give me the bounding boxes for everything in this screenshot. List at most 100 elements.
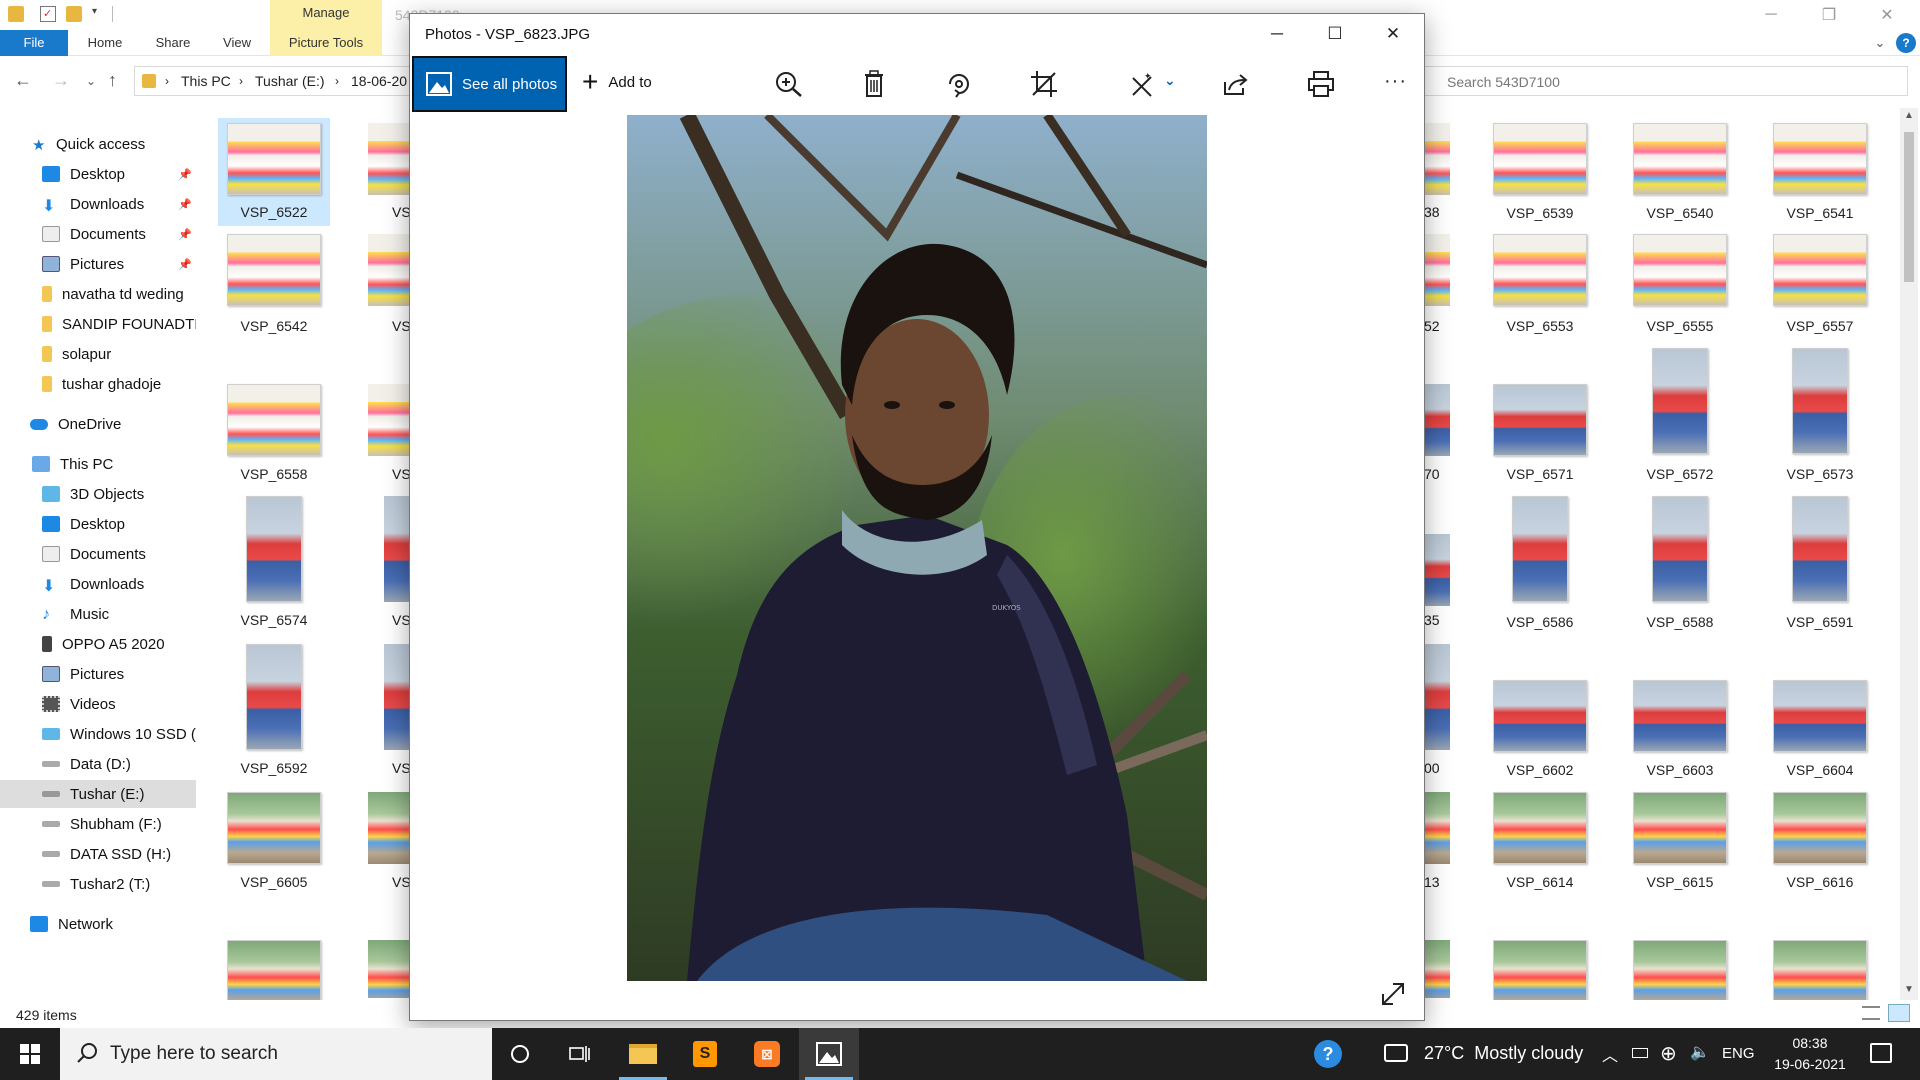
thumbnail-item[interactable]: VSP_6539 bbox=[1484, 123, 1596, 243]
nav-pc-music[interactable]: ♪ Music bbox=[0, 600, 196, 628]
up-arrow-icon[interactable]: ↑ bbox=[108, 70, 117, 91]
help-tray-icon[interactable]: ? bbox=[1314, 1040, 1342, 1068]
nav-onedrive[interactable]: OneDrive bbox=[0, 410, 196, 438]
thumbnail-item[interactable]: VSP_6558 bbox=[218, 384, 330, 504]
thumbnail-item[interactable]: VSP_6541 bbox=[1764, 123, 1876, 243]
new-folder-icon[interactable] bbox=[66, 6, 82, 22]
thumbnail-item[interactable]: VSP_6571 bbox=[1484, 384, 1596, 504]
thumbnail-item[interactable]: VSP_6553 bbox=[1484, 234, 1596, 354]
crop-icon[interactable] bbox=[1029, 70, 1059, 98]
vertical-scrollbar[interactable]: ▲ ▼ bbox=[1900, 108, 1918, 1000]
nav-pc-documents[interactable]: Documents bbox=[0, 540, 196, 568]
thumbnail-item[interactable]: VSP_6572 bbox=[1624, 348, 1736, 482]
nav-folder-solapur[interactable]: solapur bbox=[0, 340, 196, 368]
scroll-up-icon[interactable]: ▲ bbox=[1904, 110, 1914, 121]
explorer-close-button[interactable]: ✕ bbox=[1858, 0, 1916, 30]
share-icon[interactable] bbox=[1221, 70, 1251, 98]
thumbnail-item[interactable]: VSP_6542 bbox=[218, 234, 330, 354]
nav-drive-c[interactable]: Windows 10 SSD (C bbox=[0, 720, 196, 748]
sublime-text-taskbar-button[interactable]: S bbox=[675, 1028, 735, 1080]
nav-pictures-pinned[interactable]: Pictures 📌 bbox=[0, 250, 196, 278]
nav-pc-videos[interactable]: Videos bbox=[0, 690, 196, 718]
nav-downloads-pinned[interactable]: ⬇ Downloads 📌 bbox=[0, 190, 196, 218]
nav-folder-sandip[interactable]: SANDIP FOUNADTIC bbox=[0, 310, 196, 338]
breadcrumb-drive[interactable]: Tushar (E:) bbox=[255, 73, 325, 89]
scroll-down-icon[interactable]: ▼ bbox=[1904, 984, 1914, 995]
nav-pc-phone[interactable]: OPPO A5 2020 bbox=[0, 630, 196, 658]
thumbnail-item[interactable]: VSP_6592 bbox=[218, 644, 330, 776]
thumbnail-item[interactable]: VSP_6604 bbox=[1764, 680, 1876, 800]
thumbnail-item[interactable]: VSP_6602 bbox=[1484, 680, 1596, 800]
expand-icon[interactable] bbox=[1378, 979, 1408, 1009]
chevron-up-icon[interactable]: ︿ bbox=[1602, 1042, 1618, 1066]
photos-taskbar-button[interactable] bbox=[799, 1028, 859, 1080]
details-view-icon[interactable] bbox=[1862, 1006, 1880, 1020]
large-icons-view-icon[interactable] bbox=[1888, 1004, 1910, 1022]
back-arrow-icon[interactable]: ← bbox=[14, 70, 32, 91]
nav-drive-d[interactable]: Data (D:) bbox=[0, 750, 196, 778]
clock-date[interactable]: 19-06-2021 bbox=[1764, 1056, 1856, 1072]
tab-view[interactable]: View bbox=[212, 30, 262, 56]
thumbnail-item[interactable]: VSP_6574 bbox=[218, 496, 330, 628]
scrollbar-thumb[interactable] bbox=[1904, 132, 1914, 282]
thumbnail-item[interactable]: VSP_6605 bbox=[218, 792, 330, 912]
thumbnail-item[interactable]: VSP_6615 bbox=[1624, 792, 1736, 912]
explorer-minimize-button[interactable]: ─ bbox=[1742, 0, 1800, 30]
search-input[interactable]: Search 543D7100 bbox=[1424, 66, 1908, 96]
rotate-icon[interactable] bbox=[944, 70, 974, 98]
tab-home[interactable]: Home bbox=[78, 30, 132, 56]
print-icon[interactable] bbox=[1306, 70, 1336, 98]
volume-icon[interactable]: 🔈 bbox=[1690, 1042, 1710, 1062]
nav-quick-access[interactable]: ★ Quick access bbox=[0, 130, 196, 158]
thumbnail-item[interactable]: VSP_6591 bbox=[1764, 496, 1876, 630]
weather-text[interactable]: 27°C Mostly cloudy bbox=[1424, 1043, 1583, 1064]
clock-time[interactable]: 08:38 bbox=[1780, 1035, 1840, 1051]
thumbnail-item[interactable]: VSP_6614 bbox=[1484, 792, 1596, 912]
thumbnail-item[interactable] bbox=[1484, 940, 1596, 1000]
nav-drive-f[interactable]: Shubham (F:) bbox=[0, 810, 196, 838]
thumbnail-item[interactable]: VSP_6540 bbox=[1624, 123, 1736, 243]
chevron-down-icon[interactable]: ⌄ bbox=[1164, 72, 1176, 89]
chevron-down-icon[interactable]: ⌄ bbox=[1870, 30, 1890, 56]
nav-folder-navatha[interactable]: navatha td weding bbox=[0, 280, 196, 308]
see-all-photos-button[interactable]: See all photos bbox=[412, 56, 567, 112]
nav-folder-tushar-ghadoje[interactable]: tushar ghadoje bbox=[0, 370, 196, 398]
help-icon[interactable]: ? bbox=[1896, 33, 1916, 53]
breadcrumb-this-pc[interactable]: This PC bbox=[181, 73, 231, 89]
thumbnail-item[interactable]: VSP_6557 bbox=[1764, 234, 1876, 354]
zoom-in-icon[interactable] bbox=[774, 70, 804, 98]
thumbnail-item[interactable]: VSP_6588 bbox=[1624, 496, 1736, 630]
battery-icon[interactable] bbox=[1632, 1048, 1648, 1058]
forward-arrow-icon[interactable]: → bbox=[52, 70, 70, 91]
file-explorer-taskbar-button[interactable] bbox=[613, 1028, 673, 1080]
nav-pc-desktop[interactable]: Desktop bbox=[0, 510, 196, 538]
tab-picture-tools[interactable]: Picture Tools bbox=[270, 30, 382, 56]
cortana-button[interactable] bbox=[490, 1028, 550, 1080]
properties-checkbox-icon[interactable]: ✓ bbox=[40, 6, 56, 22]
nav-3d-objects[interactable]: 3D Objects bbox=[0, 480, 196, 508]
thumbnail-item[interactable]: VSP_6616 bbox=[1764, 792, 1876, 912]
nav-drive-e[interactable]: Tushar (E:) bbox=[0, 780, 196, 808]
thumbnail-item[interactable]: VSP_6522 bbox=[218, 118, 330, 226]
thumbnail-item[interactable]: VSP_6603 bbox=[1624, 680, 1736, 800]
customize-qat-icon[interactable]: ▾ bbox=[92, 6, 108, 22]
thumbnail-item[interactable] bbox=[1764, 940, 1876, 1000]
nav-this-pc[interactable]: This PC bbox=[0, 450, 196, 478]
start-button[interactable] bbox=[0, 1028, 60, 1080]
explorer-restore-button[interactable]: ❐ bbox=[1800, 0, 1858, 30]
breadcrumb-folder[interactable]: 18-06-20 bbox=[351, 73, 407, 89]
notification-center-icon[interactable] bbox=[1870, 1043, 1892, 1063]
nav-documents-pinned[interactable]: Documents 📌 bbox=[0, 220, 196, 248]
edit-enhance-icon[interactable]: ✦ bbox=[1130, 70, 1160, 98]
tab-file[interactable]: File bbox=[0, 30, 68, 56]
address-bar[interactable]: › This PC › Tushar (E:) › 18-06-20 bbox=[134, 66, 434, 96]
xampp-taskbar-button[interactable]: ⊠ bbox=[737, 1028, 797, 1080]
nav-drive-h[interactable]: DATA SSD (H:) bbox=[0, 840, 196, 868]
language-indicator[interactable]: ENG bbox=[1722, 1045, 1755, 1062]
network-globe-icon[interactable]: ⊕ bbox=[1660, 1041, 1677, 1066]
photos-close-button[interactable]: ✕ bbox=[1379, 22, 1407, 46]
recent-locations-icon[interactable]: ⌄ bbox=[86, 74, 96, 88]
thumbnail-item[interactable]: VSP_6586 bbox=[1484, 496, 1596, 630]
thumbnail-item[interactable]: VSP_6573 bbox=[1764, 348, 1876, 482]
photos-minimize-button[interactable]: ─ bbox=[1263, 22, 1291, 46]
